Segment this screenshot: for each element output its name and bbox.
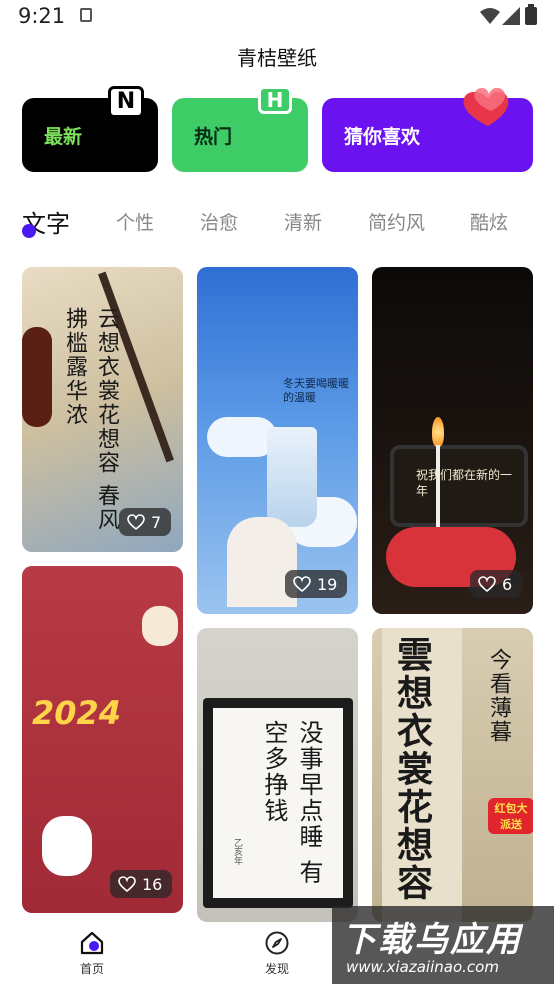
battery-icon	[525, 4, 537, 25]
wallpaper-text: 没事早点睡 有空多挣钱	[260, 720, 323, 886]
heart-outline-icon	[127, 514, 145, 530]
tab-healing[interactable]: 治愈	[200, 208, 238, 235]
tab-personality[interactable]: 个性	[116, 208, 154, 235]
wallpaper-text: 祝我们都在新的一年	[416, 468, 513, 498]
red-packet-tag[interactable]: 红包大派送	[488, 798, 533, 834]
status-time: 9:21	[18, 4, 66, 28]
like-badge[interactable]: 6	[470, 570, 523, 598]
wallpaper-card[interactable]: 雲想衣裳花想容 今看薄暮 红包大派送	[372, 628, 533, 922]
category-guess-label: 猜你喜欢	[344, 126, 421, 148]
nav-discover[interactable]: 发现	[247, 930, 307, 977]
sim-icon	[80, 8, 92, 22]
watermark-main: 下载乌应用	[342, 920, 522, 960]
status-bar: 9:21	[0, 0, 554, 34]
dragon-sticker	[42, 816, 92, 876]
like-badge[interactable]: 16	[110, 870, 173, 898]
nav-home-label: 首页	[79, 962, 104, 976]
active-tab-indicator	[22, 224, 36, 238]
like-count: 16	[142, 874, 163, 894]
app-title: 青桔壁纸	[237, 46, 317, 70]
dragon-sticker	[142, 606, 178, 646]
heart-outline-icon	[478, 576, 496, 592]
app-screen: 9:21 青桔壁纸 最新 N 热门 H 猜你喜欢 文字 个性 治愈 清新 简约风…	[0, 0, 554, 984]
heart-icon	[463, 87, 509, 126]
tab-fresh[interactable]: 清新	[284, 208, 322, 235]
tab-minimal[interactable]: 简约风	[368, 208, 425, 235]
new-badge-icon: N	[108, 86, 144, 118]
wallpaper-card[interactable]: 冬天要喝暖暖的温暖	[197, 267, 358, 614]
compass-icon	[265, 931, 289, 955]
like-badge[interactable]: 19	[285, 570, 348, 598]
tab-cool[interactable]: 酷炫	[470, 208, 508, 235]
wallpaper-text: 2024	[32, 694, 122, 732]
home-icon	[80, 931, 104, 955]
category-new-label: 最新	[44, 126, 83, 148]
category-hot-label: 热门	[194, 126, 233, 148]
wallpaper-card[interactable]: 祝我们都在新的一年	[372, 267, 533, 614]
bead-decoration	[22, 327, 52, 427]
wallpaper-card[interactable]: 没事早点睡 有空多挣钱 乙亥年	[197, 628, 358, 922]
like-count: 19	[317, 574, 338, 594]
hot-badge-icon: H	[258, 86, 292, 114]
heart-outline-icon	[118, 876, 136, 892]
heart-outline-icon	[293, 576, 311, 592]
watermark: 下载乌应用 www.xiazaiinao.com	[332, 906, 554, 984]
like-count: 7	[151, 512, 162, 532]
nav-discover-label: 发现	[264, 962, 289, 976]
cup-image	[267, 427, 317, 527]
watermark-url: www.xiazaiinao.com	[346, 958, 499, 976]
signal-icon	[502, 7, 520, 25]
wallpaper-text: 云想衣裳花想容 春风拂槛露华浓	[62, 307, 119, 532]
seal-text: 乙亥年	[232, 838, 242, 865]
nav-home[interactable]: 首页	[62, 930, 122, 977]
wallpaper-card[interactable]: 2024	[22, 566, 183, 913]
wifi-icon	[480, 8, 500, 24]
candle-flame	[432, 417, 444, 447]
like-badge[interactable]: 7	[119, 508, 172, 536]
wallpaper-text: 雲想衣裳花想容	[391, 636, 433, 902]
wallpaper-text: 冬天要喝暖暖的温暖	[283, 377, 349, 404]
like-count: 6	[502, 574, 513, 594]
